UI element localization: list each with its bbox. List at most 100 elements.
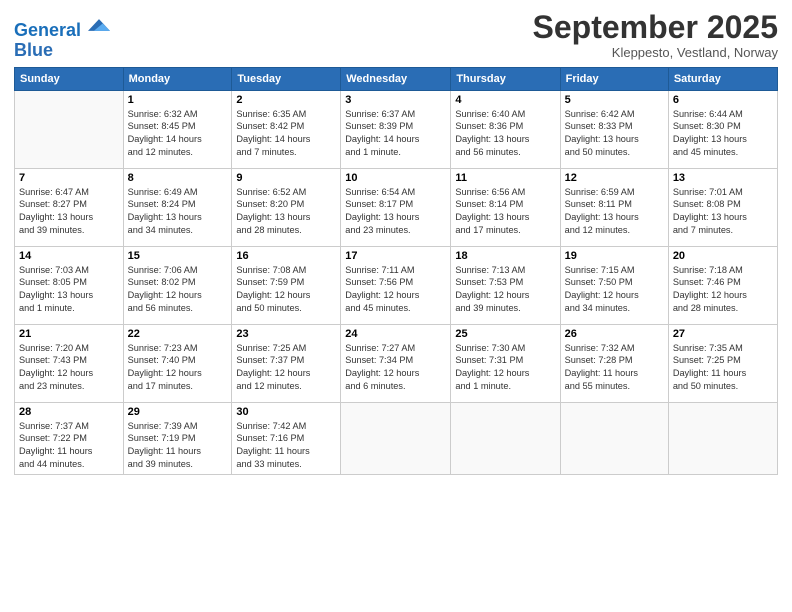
day-number: 29 <box>128 406 228 418</box>
day-info: Sunrise: 7:42 AM Sunset: 7:16 PM Dayligh… <box>236 420 336 472</box>
day-number: 17 <box>345 250 446 262</box>
col-sunday: Sunday <box>15 67 124 90</box>
col-saturday: Saturday <box>668 67 777 90</box>
col-friday: Friday <box>560 67 668 90</box>
day-number: 10 <box>345 172 446 184</box>
calendar-cell: 16Sunrise: 7:08 AM Sunset: 7:59 PM Dayli… <box>232 246 341 324</box>
day-info: Sunrise: 7:27 AM Sunset: 7:34 PM Dayligh… <box>345 342 446 394</box>
day-number: 26 <box>565 328 664 340</box>
calendar-cell: 23 Sunrise: 7:25 AM Sunset: 7:37 PM Dayli… <box>232 324 341 402</box>
day-info: Sunrise: 7:25 AM Sunset: 7:37 PM Dayligh… <box>236 342 336 394</box>
day-info: Sunrise: 6:32 AM Sunset: 8:45 PM Dayligh… <box>128 108 228 160</box>
day-info: Sunrise: 7:20 AM Sunset: 7:43 PM Dayligh… <box>19 342 119 394</box>
day-number: 25 <box>455 328 555 340</box>
calendar-cell: 4 Sunrise: 6:40 AM Sunset: 8:36 PM Daylig… <box>451 90 560 168</box>
day-info: Sunrise: 7:18 AM Sunset: 7:46 PM Dayligh… <box>673 264 773 316</box>
day-info: Sunrise: 6:54 AM Sunset: 8:17 PM Dayligh… <box>345 186 446 238</box>
calendar-cell: 19 Sunrise: 7:15 AM Sunset: 7:50 PM Dayli… <box>560 246 668 324</box>
calendar-cell <box>668 402 777 475</box>
calendar-cell <box>560 402 668 475</box>
calendar-cell: 17 Sunrise: 7:11 AM Sunset: 7:56 PM Dayli… <box>341 246 451 324</box>
day-number: 21 <box>19 328 119 340</box>
col-thursday: Thursday <box>451 67 560 90</box>
calendar-cell: 14 Sunrise: 7:03 AM Sunset: 8:05 PM Dayli… <box>15 246 124 324</box>
day-number: 19 <box>565 250 664 262</box>
day-number: 15 <box>128 250 228 262</box>
day-number: 27 <box>673 328 773 340</box>
day-info: Sunrise: 7:15 AM Sunset: 7:50 PM Dayligh… <box>565 264 664 316</box>
day-info: Sunrise: 7:39 AM Sunset: 7:19 PM Dayligh… <box>128 420 228 472</box>
day-info: Sunrise: 7:35 AM Sunset: 7:25 PM Dayligh… <box>673 342 773 394</box>
calendar-cell: 25 Sunrise: 7:30 AM Sunset: 7:31 PM Dayli… <box>451 324 560 402</box>
day-info: Sunrise: 7:23 AM Sunset: 7:40 PM Dayligh… <box>128 342 228 394</box>
day-info: Sunrise: 7:13 AM Sunset: 7:53 PM Dayligh… <box>455 264 555 316</box>
header-row: Sunday Monday Tuesday Wednesday Thursday… <box>15 67 778 90</box>
logo-text: General <box>14 14 110 41</box>
calendar-cell: 29 Sunrise: 7:39 AM Sunset: 7:19 PM Dayli… <box>123 402 232 475</box>
calendar-cell: 9 Sunrise: 6:52 AM Sunset: 8:20 PM Daylig… <box>232 168 341 246</box>
calendar-cell: 8Sunrise: 6:49 AM Sunset: 8:24 PM Daylig… <box>123 168 232 246</box>
calendar-cell: 13Sunrise: 7:01 AM Sunset: 8:08 PM Dayli… <box>668 168 777 246</box>
page-container: General Blue September 2025 Kleppesto, V… <box>0 0 792 485</box>
day-number: 20 <box>673 250 773 262</box>
location: Kleppesto, Vestland, Norway <box>533 45 778 60</box>
calendar-cell: 22 Sunrise: 7:23 AM Sunset: 7:40 PM Dayli… <box>123 324 232 402</box>
day-info: Sunrise: 7:03 AM Sunset: 8:05 PM Dayligh… <box>19 264 119 316</box>
day-info: Sunrise: 6:37 AM Sunset: 8:39 PM Dayligh… <box>345 108 446 160</box>
day-info: Sunrise: 6:49 AM Sunset: 8:24 PM Dayligh… <box>128 186 228 238</box>
day-info: Sunrise: 7:06 AM Sunset: 8:02 PM Dayligh… <box>128 264 228 316</box>
title-block: September 2025 Kleppesto, Vestland, Norw… <box>533 10 778 60</box>
day-info: Sunrise: 6:47 AM Sunset: 8:27 PM Dayligh… <box>19 186 119 238</box>
calendar-cell: 21 Sunrise: 7:20 AM Sunset: 7:43 PM Dayli… <box>15 324 124 402</box>
day-number: 22 <box>128 328 228 340</box>
logo-line2: Blue <box>14 41 110 61</box>
day-number: 23 <box>236 328 336 340</box>
calendar-cell: 24 Sunrise: 7:27 AM Sunset: 7:34 PM Dayli… <box>341 324 451 402</box>
calendar-week-1: 7 Sunrise: 6:47 AM Sunset: 8:27 PM Daylig… <box>15 168 778 246</box>
day-info: Sunrise: 7:32 AM Sunset: 7:28 PM Dayligh… <box>565 342 664 394</box>
col-monday: Monday <box>123 67 232 90</box>
calendar-week-0: 1 Sunrise: 6:32 AM Sunset: 8:45 PM Daylig… <box>15 90 778 168</box>
day-info: Sunrise: 6:44 AM Sunset: 8:30 PM Dayligh… <box>673 108 773 160</box>
day-number: 4 <box>455 94 555 106</box>
calendar-cell: 2 Sunrise: 6:35 AM Sunset: 8:42 PM Daylig… <box>232 90 341 168</box>
day-number: 1 <box>128 94 228 106</box>
day-info: Sunrise: 7:01 AM Sunset: 8:08 PM Dayligh… <box>673 186 773 238</box>
calendar-week-2: 14 Sunrise: 7:03 AM Sunset: 8:05 PM Dayli… <box>15 246 778 324</box>
calendar-cell: 20 Sunrise: 7:18 AM Sunset: 7:46 PM Dayli… <box>668 246 777 324</box>
calendar-cell: 15 Sunrise: 7:06 AM Sunset: 8:02 PM Dayli… <box>123 246 232 324</box>
day-number: 16 <box>236 250 336 262</box>
calendar-cell <box>451 402 560 475</box>
day-info: Sunrise: 7:37 AM Sunset: 7:22 PM Dayligh… <box>19 420 119 472</box>
day-number: 2 <box>236 94 336 106</box>
logo: General Blue <box>14 14 110 61</box>
calendar-cell: 18Sunrise: 7:13 AM Sunset: 7:53 PM Dayli… <box>451 246 560 324</box>
day-number: 24 <box>345 328 446 340</box>
month-title: September 2025 <box>533 10 778 45</box>
calendar-cell: 10 Sunrise: 6:54 AM Sunset: 8:17 PM Dayli… <box>341 168 451 246</box>
day-info: Sunrise: 6:52 AM Sunset: 8:20 PM Dayligh… <box>236 186 336 238</box>
logo-line1: General <box>14 20 81 40</box>
day-number: 28 <box>19 406 119 418</box>
day-number: 14 <box>19 250 119 262</box>
calendar-week-3: 21 Sunrise: 7:20 AM Sunset: 7:43 PM Dayli… <box>15 324 778 402</box>
col-wednesday: Wednesday <box>341 67 451 90</box>
header: General Blue September 2025 Kleppesto, V… <box>14 10 778 61</box>
calendar-cell: 30Sunrise: 7:42 AM Sunset: 7:16 PM Dayli… <box>232 402 341 475</box>
calendar-cell: 1 Sunrise: 6:32 AM Sunset: 8:45 PM Daylig… <box>123 90 232 168</box>
day-info: Sunrise: 6:40 AM Sunset: 8:36 PM Dayligh… <box>455 108 555 160</box>
day-info: Sunrise: 6:35 AM Sunset: 8:42 PM Dayligh… <box>236 108 336 160</box>
day-info: Sunrise: 7:30 AM Sunset: 7:31 PM Dayligh… <box>455 342 555 394</box>
calendar-cell: 6 Sunrise: 6:44 AM Sunset: 8:30 PM Daylig… <box>668 90 777 168</box>
day-info: Sunrise: 7:11 AM Sunset: 7:56 PM Dayligh… <box>345 264 446 316</box>
day-number: 12 <box>565 172 664 184</box>
logo-icon <box>88 14 110 36</box>
day-number: 5 <box>565 94 664 106</box>
calendar-cell: 5Sunrise: 6:42 AM Sunset: 8:33 PM Daylig… <box>560 90 668 168</box>
day-info: Sunrise: 6:59 AM Sunset: 8:11 PM Dayligh… <box>565 186 664 238</box>
day-number: 9 <box>236 172 336 184</box>
day-number: 7 <box>19 172 119 184</box>
calendar-week-4: 28 Sunrise: 7:37 AM Sunset: 7:22 PM Dayli… <box>15 402 778 475</box>
calendar-cell: 28 Sunrise: 7:37 AM Sunset: 7:22 PM Dayli… <box>15 402 124 475</box>
day-number: 6 <box>673 94 773 106</box>
